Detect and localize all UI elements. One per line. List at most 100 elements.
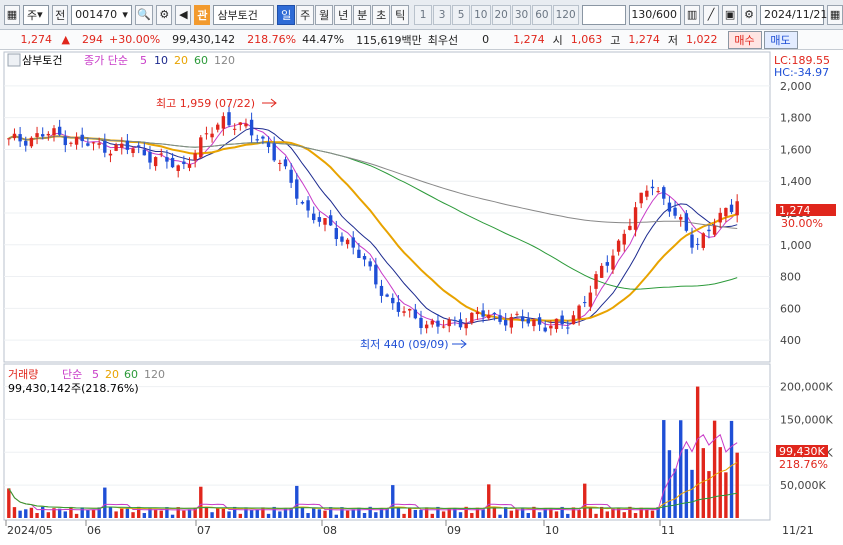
interval-custom-input[interactable] <box>581 4 627 25</box>
volume-bar <box>345 510 350 518</box>
stock-name-field[interactable]: 삼부토건 <box>213 4 275 25</box>
candle-body <box>57 126 62 135</box>
interval-button-5[interactable]: 5 <box>452 4 471 25</box>
period-tab-0[interactable]: 일 <box>277 4 296 25</box>
candle-body <box>7 138 11 140</box>
high-annotation: 최고 1,959 (07/22) <box>156 97 255 110</box>
candle-body <box>616 240 621 252</box>
candle-body <box>357 249 361 258</box>
panel-menu-icon[interactable] <box>7 53 21 67</box>
candle-body <box>261 136 265 139</box>
candle-body <box>667 202 672 212</box>
candle-body <box>447 319 451 327</box>
candle-body <box>244 123 248 127</box>
calendar-icon[interactable]: ▦ <box>827 4 843 25</box>
low-annotation: 최저 440 (09/09) <box>360 338 449 351</box>
candle-body <box>707 229 711 232</box>
x-axis-label: 07 <box>197 524 211 537</box>
settings-icon[interactable]: ⚙ <box>156 4 173 25</box>
candle-body <box>379 285 384 296</box>
volume-bar <box>729 420 734 518</box>
date-field[interactable]: 2024/11/21 <box>760 4 828 25</box>
period-tab-5[interactable]: 초 <box>372 4 391 25</box>
candle-body <box>470 312 474 323</box>
price-y-tick: 400 <box>780 334 801 347</box>
candle-body <box>120 143 124 148</box>
image-icon[interactable]: ▣ <box>722 4 739 25</box>
candle-body <box>41 134 45 137</box>
volume-bar <box>114 511 118 518</box>
interval-button-20[interactable]: 20 <box>491 4 511 25</box>
sell-button[interactable]: 매도 <box>763 30 798 49</box>
candle-body <box>712 225 717 235</box>
interval-button-3[interactable]: 3 <box>433 4 452 25</box>
date-value: 2024/11/21 <box>764 8 828 21</box>
candle-body <box>221 116 226 129</box>
period-tab-6[interactable]: 틱 <box>391 4 410 25</box>
candle-body <box>238 122 243 125</box>
interval-button-30[interactable]: 30 <box>511 4 532 25</box>
volume-bar <box>391 485 395 518</box>
price-y-tick: 1,600 <box>780 143 812 156</box>
interval-button-60[interactable]: 60 <box>532 4 552 25</box>
volume-bar <box>24 509 28 518</box>
volume-bar <box>187 509 192 518</box>
volume-bar <box>91 509 96 518</box>
interval-button-120[interactable]: 120 <box>552 4 579 25</box>
interval-button-10[interactable]: 10 <box>471 4 491 25</box>
view-button[interactable]: 전 <box>52 4 69 25</box>
period-tab-2[interactable]: 월 <box>315 4 334 25</box>
volume-bar <box>295 485 299 518</box>
volume-bar <box>362 513 367 518</box>
candle-body <box>458 319 463 328</box>
stock-code-input[interactable]: 001470 ▾ <box>71 4 132 25</box>
volume-bar <box>86 509 90 518</box>
volume-bar <box>458 512 463 518</box>
period-tab-4[interactable]: 분 <box>353 4 372 25</box>
candle-body <box>537 317 542 325</box>
candle-body <box>193 153 197 161</box>
stock-chart[interactable]: 2,0001,8001,6001,4001,2001,0008006004002… <box>0 50 843 545</box>
volume-bar <box>583 483 587 518</box>
candle-body <box>628 225 632 230</box>
search-icon[interactable]: 🔍 <box>134 4 154 25</box>
gear-icon[interactable]: ⚙ <box>741 4 758 25</box>
volume-bar <box>108 506 113 518</box>
candle-body <box>645 190 649 197</box>
volume-y-tick: 50,000K <box>780 479 826 492</box>
vol-ma120-label: 120 <box>144 368 165 381</box>
speaker-icon[interactable]: ◀ <box>175 4 192 25</box>
period-tab-3[interactable]: 년 <box>334 4 353 25</box>
ma20-label: 20 <box>174 54 188 67</box>
x-axis-label: 10 <box>545 524 559 537</box>
price-y-tick: 1,400 <box>780 175 812 188</box>
candle-body <box>328 215 333 226</box>
candle-body <box>362 256 367 260</box>
data-count-field[interactable]: 130/600 <box>629 4 682 25</box>
volume-bar <box>487 484 491 518</box>
candle-body <box>69 142 73 144</box>
candle-body <box>249 119 254 136</box>
volume-y-tick: 150,000K <box>780 413 833 426</box>
chart-icon[interactable]: ▦ <box>4 4 20 25</box>
period-tab-1[interactable]: 주 <box>296 4 315 25</box>
volume-bar <box>221 508 226 518</box>
ma10-label: 10 <box>154 54 168 67</box>
candle-body <box>475 311 480 315</box>
line-icon[interactable]: ╱ <box>703 4 720 25</box>
interval-button-1[interactable]: 1 <box>414 4 433 25</box>
grid-icon[interactable]: ▥ <box>684 4 701 25</box>
last-volume-tag-label: 99,430K <box>779 445 825 458</box>
volume-bar <box>537 512 542 518</box>
candle-body <box>80 134 84 142</box>
buy-button[interactable]: 매수 <box>727 30 762 49</box>
stock-code-value: 001470 <box>75 8 118 21</box>
candle-body <box>374 264 378 285</box>
data-count-total: /600 <box>652 8 678 21</box>
candle-body <box>46 133 51 136</box>
volume-bar <box>594 513 598 518</box>
candle-body <box>12 133 17 139</box>
candle-body <box>289 169 293 183</box>
volume-bar <box>498 514 502 518</box>
market-select[interactable]: 주 ▾ <box>23 4 50 25</box>
